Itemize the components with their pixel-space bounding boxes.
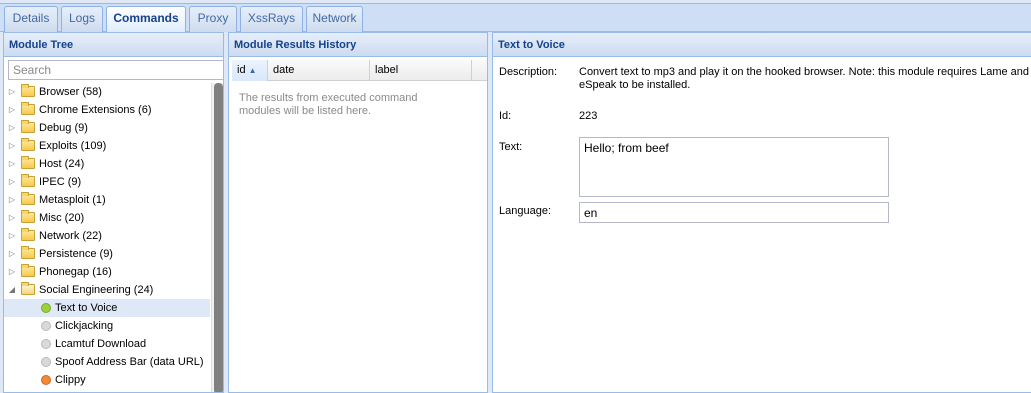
tree-module-label: Spoof Address Bar (data URL) — [55, 356, 204, 368]
top-toolbar-edge — [0, 0, 1031, 4]
column-header-date[interactable]: date — [268, 60, 370, 81]
expand-arrow-icon[interactable]: ▷ — [7, 173, 17, 191]
text-field[interactable]: Hello; from beef — [579, 137, 889, 197]
tree-folder-chrome-extensions[interactable]: ▷ Chrome Extensions (6) — [4, 101, 210, 119]
folder-icon — [21, 228, 35, 241]
expand-arrow-icon[interactable]: ▷ — [7, 227, 17, 245]
tab-strip: Details Logs Commands Proxy XssRays Netw… — [0, 0, 1031, 33]
column-header-label: date — [273, 64, 295, 76]
tree-folder-browser[interactable]: ▷ Browser (58) — [4, 83, 210, 101]
folder-icon — [21, 84, 35, 97]
expand-arrow-icon[interactable]: ▷ — [7, 191, 17, 209]
tree-folder-debug[interactable]: ▷ Debug (9) — [4, 119, 210, 137]
tree-folder-social-engineering[interactable]: ◢ Social Engineering (24) — [4, 281, 210, 299]
tree-folder-label: Host (24) — [39, 158, 85, 170]
folder-icon — [21, 210, 35, 223]
tree-folder-metasploit[interactable]: ▷ Metasploit (1) — [4, 191, 210, 209]
tree-module-label: Clippy — [55, 374, 86, 386]
sort-ascending-icon: ▲ — [248, 66, 257, 75]
tree-folder-label: Metasploit (1) — [39, 194, 106, 206]
expand-arrow-icon[interactable]: ▷ — [7, 245, 17, 263]
tree-folder-network[interactable]: ▷ Network (22) — [4, 227, 210, 245]
scrollbar-thumb[interactable] — [214, 83, 223, 392]
tree-folder-host[interactable]: ▷ Host (24) — [4, 155, 210, 173]
status-orange-icon — [41, 375, 51, 385]
module-detail-panel: Text to Voice Description: Convert text … — [492, 32, 1031, 393]
tree-folder-label: IPEC (9) — [39, 176, 82, 188]
tree-folder-label: Browser (58) — [39, 86, 102, 98]
folder-icon — [21, 192, 35, 205]
tree-folder-exploits[interactable]: ▷ Exploits (109) — [4, 137, 210, 155]
description-value: Convert text to mp3 and play it on the h… — [579, 66, 1030, 91]
tab-xssrays[interactable]: XssRays — [240, 6, 303, 32]
tree-module-lcamtuf-download[interactable]: Lcamtuf Download — [4, 335, 210, 353]
tree-folder-label: Phonegap (16) — [39, 266, 112, 278]
tree-module-label: Text to Voice — [55, 302, 118, 314]
column-header-label: label — [375, 64, 399, 76]
tree-module-clippy[interactable]: Clippy — [4, 371, 210, 389]
tree-module-label: Lcamtuf Download — [55, 338, 147, 350]
tab-network[interactable]: Network — [306, 6, 363, 32]
module-tree-panel: Module Tree ▷ Browser (58) ▷ Chrome Exte… — [3, 32, 224, 393]
tab-logs[interactable]: Logs — [61, 6, 103, 32]
tab-commands[interactable]: Commands — [106, 6, 186, 33]
text-label: Text: — [499, 141, 523, 153]
tree-folder-misc[interactable]: ▷ Misc (20) — [4, 209, 210, 227]
tree-scrollbar[interactable] — [211, 83, 223, 392]
tree-folder-label: Chrome Extensions (6) — [39, 104, 152, 116]
expand-arrow-icon[interactable]: ▷ — [7, 83, 17, 101]
column-header-label: id — [237, 64, 246, 76]
id-label: Id: — [499, 110, 512, 122]
results-history-title: Module Results History — [229, 33, 487, 57]
module-tree: ▷ Browser (58) ▷ Chrome Extensions (6) ▷… — [4, 83, 210, 389]
tree-folder-label: Social Engineering (24) — [39, 284, 154, 296]
tree-module-spoof-address-bar[interactable]: Spoof Address Bar (data URL) — [4, 353, 210, 371]
tab-proxy[interactable]: Proxy — [189, 6, 237, 32]
folder-open-icon — [21, 282, 35, 295]
status-grey-icon — [41, 321, 51, 331]
status-green-icon — [41, 303, 51, 313]
tree-folder-phonegap[interactable]: ▷ Phonegap (16) — [4, 263, 210, 281]
column-header-id[interactable]: id ▲ — [232, 60, 268, 81]
tree-folder-persistence[interactable]: ▷ Persistence (9) — [4, 245, 210, 263]
status-grey-icon — [41, 339, 51, 349]
tree-folder-label: Network (22) — [39, 230, 102, 242]
tree-folder-ipec[interactable]: ▷ IPEC (9) — [4, 173, 210, 191]
expand-arrow-icon[interactable]: ▷ — [7, 101, 17, 119]
module-detail-title: Text to Voice — [493, 33, 1031, 57]
folder-icon — [21, 138, 35, 151]
id-value: 223 — [579, 110, 598, 122]
language-label: Language: — [499, 205, 551, 217]
expand-arrow-icon[interactable]: ▷ — [7, 263, 17, 281]
results-history-panel: Module Results History id ▲ date label Th… — [228, 32, 488, 393]
module-tree-title: Module Tree — [4, 33, 223, 57]
folder-icon — [21, 246, 35, 259]
folder-icon — [21, 264, 35, 277]
expand-arrow-icon[interactable]: ▷ — [7, 209, 17, 227]
language-field[interactable] — [579, 202, 889, 223]
expand-arrow-icon[interactable]: ▷ — [7, 119, 17, 137]
status-grey-icon — [41, 357, 51, 367]
tree-module-label: Clickjacking — [55, 320, 114, 332]
expand-arrow-icon[interactable]: ▷ — [7, 155, 17, 173]
tree-folder-label: Debug (9) — [39, 122, 88, 134]
collapse-arrow-icon[interactable]: ◢ — [7, 281, 17, 299]
tree-module-clickjacking[interactable]: Clickjacking — [4, 317, 210, 335]
tree-folder-label: Misc (20) — [39, 212, 85, 224]
folder-icon — [21, 102, 35, 115]
folder-icon — [21, 156, 35, 169]
column-header-label[interactable]: label — [370, 60, 472, 81]
description-label: Description: — [499, 66, 558, 78]
search-input[interactable] — [8, 60, 223, 80]
empty-results-message: The results from executed command module… — [239, 92, 418, 117]
folder-icon — [21, 174, 35, 187]
tree-folder-label: Exploits (109) — [39, 140, 107, 152]
tab-details[interactable]: Details — [4, 6, 58, 32]
results-grid-header: id ▲ date label — [232, 60, 487, 81]
tree-folder-label: Persistence (9) — [39, 248, 113, 260]
folder-icon — [21, 120, 35, 133]
expand-arrow-icon[interactable]: ▷ — [7, 137, 17, 155]
tree-module-text-to-voice[interactable]: Text to Voice — [4, 299, 210, 317]
